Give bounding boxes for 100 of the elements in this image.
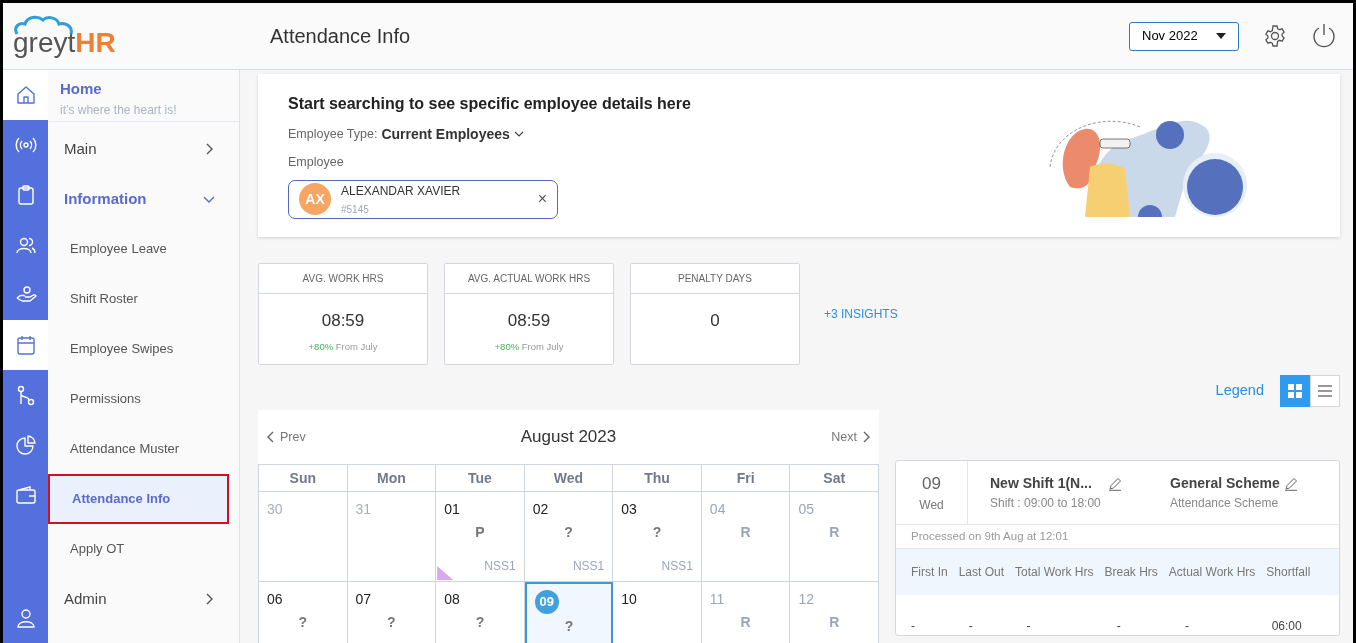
day-number: 12: [798, 590, 814, 609]
attendance-status: ?: [651, 523, 663, 542]
calendar-day[interactable]: 03 ? NSS1: [613, 492, 702, 582]
attendance-status: ?: [297, 613, 309, 632]
insight-value: 08:59: [506, 310, 552, 332]
logo-text: greytHR: [13, 29, 117, 57]
insight-value: 08:59: [320, 310, 366, 332]
column-header: Break Hrs: [1104, 564, 1158, 582]
column-header: Actual Work Hrs: [1168, 564, 1256, 582]
calendar-day[interactable]: 09 ?: [524, 582, 614, 643]
column-header: First In: [911, 564, 948, 582]
day-number: 11: [709, 590, 725, 609]
employee-field[interactable]: AX ALEXANDAR XAVIER #5145 ×: [288, 179, 558, 219]
employee-type-label: Employee Type:: [288, 126, 378, 144]
table-cell: -: [1185, 619, 1190, 634]
day-number: 07: [355, 590, 372, 609]
grid-icon: [1288, 384, 1302, 398]
nav-item[interactable]: Attendance Muster: [48, 424, 229, 474]
attendance-status: ?: [474, 613, 486, 632]
page-title: Attendance Info: [270, 24, 411, 49]
calendar-day[interactable]: 01 P NSS1: [436, 492, 525, 582]
list-view-button[interactable]: [1310, 375, 1340, 407]
insight-title: AVG. WORK HRS: [259, 264, 427, 294]
chevron-down-icon: [513, 131, 524, 138]
day-number: 08: [444, 590, 460, 609]
nav-item[interactable]: Employee Leave: [48, 224, 229, 274]
nav-section[interactable]: Information: [48, 174, 229, 224]
insight-change: +80% From July: [493, 339, 565, 354]
power-icon[interactable]: [1311, 23, 1337, 49]
attendance-status: ?: [386, 613, 397, 632]
weekday-header: Thu: [613, 465, 702, 492]
scheme-name: General Scheme: [1170, 474, 1280, 493]
calendar-day[interactable]: 08 ?: [436, 582, 525, 643]
day-number: 30: [267, 500, 283, 519]
shift-time: Shift : 09:00 to 18:00: [990, 495, 1102, 512]
table-cell: 06:00: [1271, 619, 1302, 634]
column-header: Last Out: [958, 564, 1005, 582]
attendance-status: P: [474, 523, 486, 542]
wallet-icon: [14, 484, 37, 506]
nav-section[interactable]: Admin: [48, 574, 229, 624]
day-number: 06: [267, 590, 283, 609]
shift-code: NSS1: [660, 558, 693, 575]
calendar-month-title: August 2023: [520, 426, 617, 449]
calendar-day[interactable]: 10: [613, 582, 702, 643]
grid-view-button[interactable]: [1280, 375, 1310, 407]
weekday-header: Fri: [701, 465, 791, 492]
calendar-day[interactable]: 07 ?: [347, 582, 437, 643]
employee-label: Employee: [288, 154, 345, 171]
pie-chart-icon: [14, 434, 37, 456]
column-header: Total Work Hrs: [1015, 564, 1094, 582]
attendance-status: R: [739, 613, 752, 632]
table-cell: -: [968, 619, 973, 634]
home-title: Home: [60, 79, 103, 99]
weekday-header: Mon: [347, 465, 437, 492]
day-number: 05: [798, 500, 814, 519]
home-icon: [14, 84, 37, 106]
search-heading: Start searching to see specific employee details here: [288, 94, 691, 114]
nav-item[interactable]: Permissions: [48, 374, 229, 424]
period-select[interactable]: Nov 2022: [1129, 21, 1239, 51]
day-number: 03: [621, 500, 637, 519]
weekday-header: Tue: [436, 465, 525, 492]
day-number: 10: [621, 590, 637, 609]
caret-icon: [1216, 33, 1226, 39]
home-subtitle: it’s where the heart is!: [60, 101, 178, 119]
insight-change: +80% From July: [307, 339, 379, 354]
edit-icon[interactable]: [1283, 476, 1298, 491]
scheme-label: Attendance Scheme: [1170, 495, 1280, 512]
nav-item[interactable]: Employee Swipes: [48, 324, 229, 374]
nav-item[interactable]: Attendance Info: [48, 474, 229, 524]
table-cell: -: [911, 619, 915, 634]
weekday-header: Sun: [259, 465, 348, 492]
attendance-status: R: [739, 523, 752, 542]
chevron-right-icon: [863, 431, 871, 443]
insight-value: 0: [709, 310, 721, 332]
next-month-link[interactable]: Next: [831, 427, 871, 447]
weekday-header: Sat: [790, 465, 879, 492]
insight-title: AVG. ACTUAL WORK HRS: [445, 264, 613, 294]
table-cell: -: [1116, 619, 1121, 634]
home-nav-item[interactable]: Home it’s where the heart is!: [48, 70, 239, 122]
edit-icon[interactable]: [1107, 476, 1122, 491]
nav-section[interactable]: Main: [48, 124, 229, 174]
nav-item[interactable]: Apply OT: [48, 524, 229, 574]
prev-month-link[interactable]: Prev: [266, 427, 306, 447]
column-header: Shortfall: [1266, 564, 1311, 582]
employee-type-dropdown[interactable]: Current Employees: [381, 124, 524, 145]
chevron-left-icon: [266, 431, 274, 443]
detail-weekday: Wed: [919, 497, 944, 515]
shift-code: NSS1: [571, 558, 605, 575]
shift-name: New Shift 1(N...: [990, 474, 1092, 493]
settings-icon[interactable]: [1263, 24, 1287, 48]
employee-id: #5145: [341, 202, 370, 217]
detail-date: 09: [922, 472, 941, 495]
calendar-day[interactable]: 06 ?: [259, 582, 348, 643]
day-number: 31: [355, 500, 372, 519]
clear-button[interactable]: ×: [537, 191, 547, 208]
user-icon: [14, 607, 37, 629]
weekday-header: Wed: [524, 465, 614, 492]
day-number: 02: [532, 500, 549, 519]
nav-item[interactable]: Shift Roster: [48, 274, 229, 324]
insight-title: PENALTY DAYS: [631, 264, 799, 294]
